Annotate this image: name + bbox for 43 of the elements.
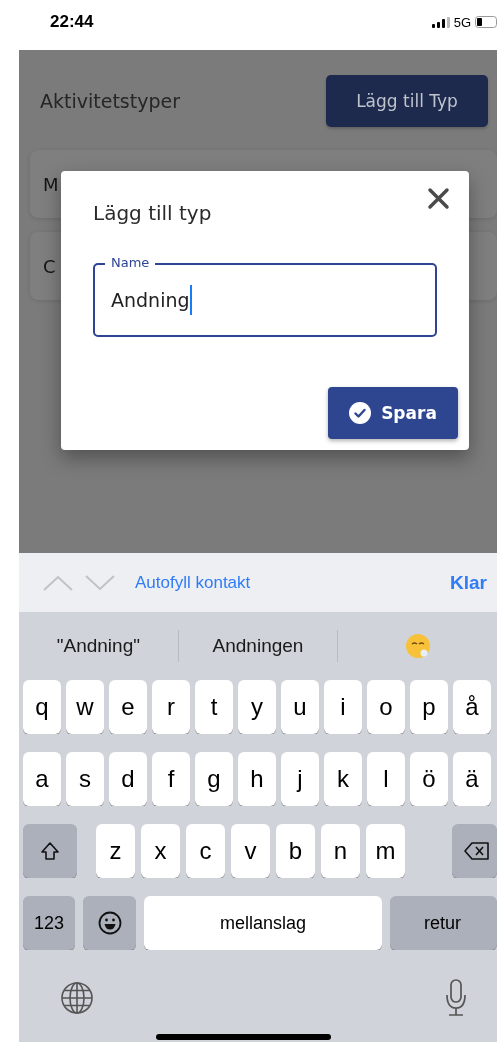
return-key[interactable]: retur bbox=[390, 896, 497, 950]
letter-key[interactable]: t bbox=[195, 680, 233, 734]
clock-time: 22:44 bbox=[50, 12, 94, 32]
letter-key[interactable]: g bbox=[195, 752, 233, 806]
letter-key[interactable]: l bbox=[367, 752, 405, 806]
dialog-title: Lägg till typ bbox=[93, 201, 212, 225]
letter-key[interactable]: w bbox=[66, 680, 104, 734]
page-title: Aktivitetstyper bbox=[40, 90, 180, 112]
letter-key[interactable]: z bbox=[96, 824, 135, 878]
letter-key[interactable]: f bbox=[152, 752, 190, 806]
letter-key[interactable]: y bbox=[238, 680, 276, 734]
letter-key[interactable]: j bbox=[281, 752, 319, 806]
letter-key[interactable]: k bbox=[324, 752, 362, 806]
network-label: 5G bbox=[453, 14, 471, 30]
letter-key[interactable]: c bbox=[186, 824, 225, 878]
autofill-link[interactable]: Autofyll kontakt bbox=[135, 572, 251, 593]
add-type-button[interactable]: Lägg till Typ bbox=[326, 75, 488, 127]
letter-key[interactable]: r bbox=[152, 680, 190, 734]
suggestion-item[interactable]: "Andning" bbox=[56, 635, 140, 657]
letter-key[interactable]: i bbox=[324, 680, 362, 734]
letter-key[interactable]: p bbox=[410, 680, 448, 734]
letter-key[interactable]: m bbox=[366, 824, 405, 878]
letter-key[interactable]: o bbox=[367, 680, 405, 734]
letter-key[interactable]: x bbox=[141, 824, 180, 878]
letter-key[interactable]: ä bbox=[453, 752, 491, 806]
letter-key[interactable]: å bbox=[453, 680, 491, 734]
letter-key[interactable]: h bbox=[238, 752, 276, 806]
letter-key[interactable]: q bbox=[23, 680, 61, 734]
letter-key[interactable]: u bbox=[281, 680, 319, 734]
card-label: M bbox=[43, 173, 59, 195]
letter-key[interactable]: ö bbox=[410, 752, 448, 806]
space-key[interactable]: mellanslag bbox=[144, 896, 382, 950]
letter-key[interactable]: s bbox=[66, 752, 104, 806]
save-button[interactable]: Spara bbox=[328, 387, 458, 439]
suggestion-item[interactable]: Andningen bbox=[212, 635, 304, 657]
numbers-key[interactable]: 123 bbox=[23, 896, 75, 950]
letter-key[interactable]: v bbox=[231, 824, 270, 878]
letter-key[interactable]: a bbox=[23, 752, 61, 806]
letter-key[interactable]: n bbox=[321, 824, 360, 878]
letter-key[interactable]: e bbox=[109, 680, 147, 734]
letter-key[interactable]: b bbox=[276, 824, 315, 878]
letter-key[interactable]: d bbox=[109, 752, 147, 806]
card-label: C bbox=[43, 255, 56, 277]
